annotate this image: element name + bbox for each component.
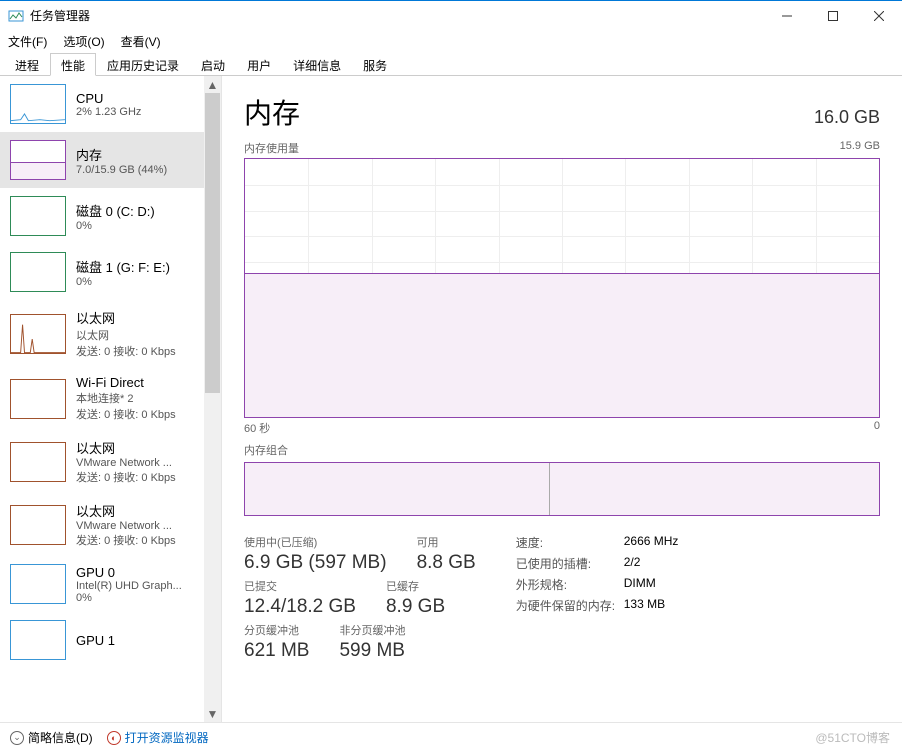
sidebar-item-sub: 7.0/15.9 GB (44%) [76, 164, 198, 176]
sidebar-item-sub: 以太网 [76, 327, 198, 343]
titlebar: 任务管理器 [0, 0, 902, 30]
sidebar-item-sub2: 发送: 0 接收: 0 Kbps [76, 532, 198, 548]
sidebar-item-7[interactable]: 以太网VMware Network ...发送: 0 接收: 0 Kbps [0, 493, 204, 556]
sidebar-thumb-chart [10, 252, 66, 292]
scroll-up-icon[interactable]: ▲ [204, 76, 221, 93]
footer: ⌄ 简略信息(D) ◐ 打开资源监视器 [0, 722, 902, 752]
sidebar-item-title: 磁盘 0 (C: D:) [76, 201, 198, 220]
sidebar-item-sub: 0% [76, 220, 198, 232]
resmon-icon: ◐ [107, 731, 121, 745]
sidebar-item-3[interactable]: 磁盘 1 (G: F: E:)0% [0, 244, 204, 300]
memory-usage-chart [244, 158, 880, 418]
watermark: @51CTO博客 [815, 729, 890, 746]
sidebar-thumb-chart [10, 140, 66, 180]
chart-fill-area [245, 273, 879, 417]
scroll-down-icon[interactable]: ▼ [204, 705, 221, 722]
open-resmon-link[interactable]: ◐ 打开资源监视器 [107, 729, 209, 746]
tabstrip: 进程性能应用历史记录启动用户详细信息服务 [0, 52, 902, 76]
sidebar-item-title: 以太网 [76, 438, 198, 457]
sidebar-thumb-chart [10, 620, 66, 660]
stat-nonpaged-pool: 非分页缓冲池 599 MB [339, 622, 405, 662]
menu-view[interactable]: 查看(V) [121, 33, 161, 50]
sidebar-item-5[interactable]: Wi-Fi Direct本地连接* 2发送: 0 接收: 0 Kbps [0, 367, 204, 430]
tab-2[interactable]: 应用历史记录 [96, 53, 190, 76]
sidebar-thumb-chart [10, 196, 66, 236]
sidebar-scrollbar[interactable]: ▲ ▼ [204, 76, 221, 722]
sidebar-item-title: 磁盘 1 (G: F: E:) [76, 257, 198, 276]
x-axis-right: 0 [874, 420, 880, 436]
usage-chart-max: 15.9 GB [840, 140, 880, 156]
tab-0[interactable]: 进程 [4, 53, 50, 76]
stat-committed: 已提交 12.4/18.2 GB [244, 578, 356, 618]
stat-in-use: 使用中(已压缩) 6.9 GB (597 MB) [244, 534, 387, 574]
sidebar-item-title: 以太网 [76, 308, 198, 327]
tab-5[interactable]: 详细信息 [282, 53, 352, 76]
sidebar-item-sub: 2% 1.23 GHz [76, 106, 198, 118]
fewer-details-link[interactable]: ⌄ 简略信息(D) [10, 729, 93, 746]
tab-6[interactable]: 服务 [352, 53, 398, 76]
sidebar-thumb-chart [10, 564, 66, 604]
tab-1[interactable]: 性能 [50, 53, 96, 76]
sidebar-thumb-chart [10, 379, 66, 419]
sidebar-item-sub: Intel(R) UHD Graph... [76, 580, 198, 592]
composition-label: 内存组合 [244, 442, 288, 458]
tab-3[interactable]: 启动 [190, 53, 236, 76]
scroll-thumb[interactable] [205, 93, 220, 393]
chevron-down-icon: ⌄ [10, 731, 24, 745]
sidebar-item-sub: VMware Network ... [76, 520, 198, 532]
sidebar-item-sub: VMware Network ... [76, 457, 198, 469]
maximize-button[interactable] [810, 1, 856, 31]
sidebar-item-sub: 本地连接* 2 [76, 390, 198, 406]
sidebar-item-9[interactable]: GPU 1 [0, 612, 204, 668]
sidebar-item-1[interactable]: 内存7.0/15.9 GB (44%) [0, 132, 204, 188]
sidebar-thumb-chart [10, 442, 66, 482]
stat-available: 可用 8.8 GB [417, 534, 476, 574]
stat-paged-pool: 分页缓冲池 621 MB [244, 622, 309, 662]
sidebar-item-4[interactable]: 以太网以太网发送: 0 接收: 0 Kbps [0, 300, 204, 367]
menu-file[interactable]: 文件(F) [8, 33, 47, 50]
sidebar-item-title: 内存 [76, 145, 198, 164]
sidebar-item-title: Wi-Fi Direct [76, 375, 198, 390]
sidebar: CPU2% 1.23 GHz内存7.0/15.9 GB (44%)磁盘 0 (C… [0, 76, 222, 722]
tab-4[interactable]: 用户 [236, 53, 282, 76]
stat-cached: 已缓存 8.9 GB [386, 578, 445, 618]
window-title: 任务管理器 [30, 7, 90, 24]
composition-divider [549, 463, 550, 515]
sidebar-item-title: GPU 0 [76, 565, 198, 580]
sidebar-thumb-chart [10, 505, 66, 545]
sidebar-item-8[interactable]: GPU 0Intel(R) UHD Graph...0% [0, 556, 204, 612]
sidebar-item-sub2: 发送: 0 接收: 0 Kbps [76, 343, 198, 359]
memory-capacity: 16.0 GB [814, 107, 880, 128]
sidebar-item-sub2: 发送: 0 接收: 0 Kbps [76, 406, 198, 422]
stats-details: 速度:2666 MHz 已使用的插槽:2/2 外形规格:DIMM 为硬件保留的内… [516, 534, 679, 662]
close-button[interactable] [856, 1, 902, 31]
sidebar-item-title: 以太网 [76, 501, 198, 520]
page-title: 内存 [244, 92, 300, 132]
sidebar-item-sub: 0% [76, 276, 198, 288]
x-axis-left: 60 秒 [244, 420, 270, 436]
sidebar-item-0[interactable]: CPU2% 1.23 GHz [0, 76, 204, 132]
sidebar-item-sub2: 发送: 0 接收: 0 Kbps [76, 469, 198, 485]
sidebar-item-title: GPU 1 [76, 633, 198, 648]
sidebar-item-2[interactable]: 磁盘 0 (C: D:)0% [0, 188, 204, 244]
main-panel: 内存 16.0 GB 内存使用量 15.9 GB 60 秒 0 内存组合 使用中… [222, 76, 902, 722]
sidebar-thumb-chart [10, 314, 66, 354]
menubar: 文件(F) 选项(O) 查看(V) [0, 30, 902, 52]
sidebar-item-sub2: 0% [76, 592, 198, 604]
app-icon [8, 8, 24, 24]
menu-options[interactable]: 选项(O) [63, 33, 104, 50]
usage-chart-label: 内存使用量 [244, 140, 299, 156]
minimize-button[interactable] [764, 1, 810, 31]
sidebar-item-6[interactable]: 以太网VMware Network ...发送: 0 接收: 0 Kbps [0, 430, 204, 493]
sidebar-item-title: CPU [76, 91, 198, 106]
memory-composition-chart [244, 462, 880, 516]
sidebar-thumb-chart [10, 84, 66, 124]
